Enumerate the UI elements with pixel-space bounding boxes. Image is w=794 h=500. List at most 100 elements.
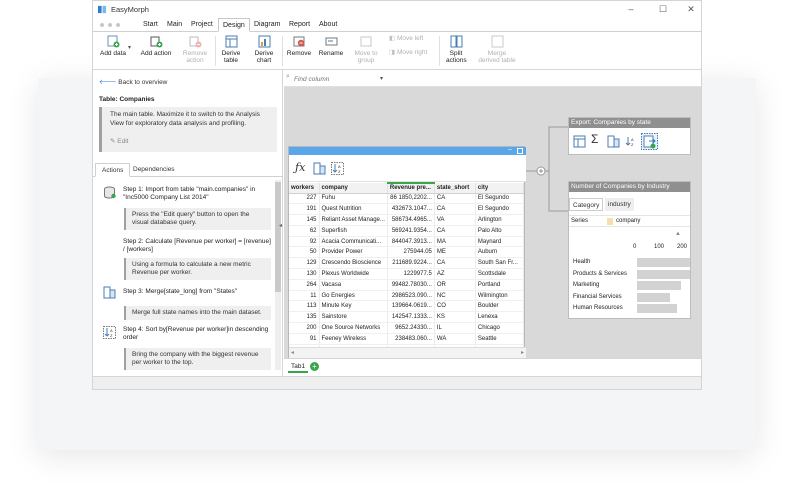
tab-actions[interactable]: Actions	[95, 163, 131, 177]
derive-table-icon[interactable]	[573, 135, 586, 148]
collapse-panel-icon[interactable]: ◂	[279, 222, 282, 229]
table-row[interactable]: 92 Acacia Communicati... 844047.3913... MA M…	[289, 236, 524, 248]
maximize-node-icon[interactable]	[517, 148, 523, 154]
split-actions-icon	[450, 35, 463, 48]
window-dot-icon	[108, 23, 112, 27]
menu-about[interactable]: About	[315, 18, 341, 32]
table-cell: 99482.78030...	[387, 279, 435, 291]
table-row[interactable]: 130 Plexus Worldwide 1229977.5 AZ Scottsdale	[289, 268, 524, 280]
scroll-up-icon[interactable]: ▲	[675, 231, 681, 237]
remove-action-button[interactable]: Remove action	[179, 35, 211, 69]
remove-button[interactable]: Remove	[286, 35, 312, 69]
bar[interactable]	[637, 269, 690, 279]
sort-icon[interactable]: AZ	[624, 135, 637, 148]
table-row[interactable]: 191 Quest Nutrition 432673.1047... CA El Seg…	[289, 203, 524, 216]
edit-description-button[interactable]: ✎ Edit	[110, 137, 128, 145]
table-node-header: –	[289, 146, 526, 155]
chart-tab-industry[interactable]: industry	[605, 198, 634, 211]
bar[interactable]	[637, 281, 681, 290]
derive-table-button[interactable]: Derive table	[217, 35, 245, 69]
scroll-left-icon[interactable]: ◂	[291, 349, 294, 356]
table-cell: 569241.9354...	[387, 225, 435, 237]
derive-chart-button[interactable]: Derive chart	[250, 35, 278, 69]
table-cell: 11	[289, 290, 320, 302]
move-to-group-button[interactable]: Move to group	[351, 35, 381, 69]
minimize-node-icon[interactable]: –	[508, 146, 512, 153]
menu-project[interactable]: Project	[187, 18, 217, 32]
menu-report[interactable]: Report	[285, 18, 314, 32]
derive-table-icon	[225, 35, 238, 48]
rename-button[interactable]: Rename	[317, 35, 345, 69]
table-row[interactable]: 135 Sainstore 142547.1333... KS Lenexa	[289, 311, 524, 324]
chevron-down-icon[interactable]: ▾	[380, 75, 383, 82]
table-cell: 432673.1047...	[387, 203, 435, 216]
menu-diagram[interactable]: Diagram	[250, 18, 284, 32]
minimize-button[interactable]: –	[621, 3, 641, 15]
chart-tab-category[interactable]: Category	[569, 198, 604, 211]
description-text: The main table. Maximize it to switch to…	[110, 111, 260, 127]
menu-start[interactable]: Start	[139, 18, 162, 32]
table-row[interactable]: 200 One Source Networks 9652.24330... IL Chi…	[289, 322, 524, 334]
close-button[interactable]: ✕	[681, 3, 701, 15]
export-icon[interactable]	[641, 133, 658, 150]
step-text: Step 1: Import from table "main.companie…	[123, 186, 256, 201]
chart-node[interactable]: Number of Companies by Industry Category…	[568, 181, 691, 319]
menu-main[interactable]: Main	[163, 18, 186, 32]
add-data-button[interactable]: Add data	[96, 35, 130, 69]
merge-icon[interactable]	[607, 135, 620, 148]
bar-category-label: Human Resources	[573, 305, 623, 311]
find-column-input[interactable]	[294, 74, 394, 84]
column-header[interactable]: company	[319, 183, 388, 194]
formula-icon[interactable]: ƒx	[295, 161, 305, 174]
table-row[interactable]: 91 Feeney Wireless 238483.060... WA Seattle	[289, 333, 524, 345]
table-cell: Portland	[475, 279, 524, 291]
table-cell: Minute Key	[319, 300, 388, 313]
column-header[interactable]: city	[475, 183, 524, 194]
add-sheet-icon[interactable]: +	[310, 362, 319, 371]
scroll-right-icon[interactable]: ▸	[521, 349, 524, 356]
title-bar: EasyMorph – ☐ ✕	[93, 1, 701, 18]
aggregate-icon[interactable]: Σ	[591, 132, 598, 146]
table-row[interactable]: 227 Fuhu 86 1850,2202... CA El Segundo	[289, 193, 524, 205]
table-cell: KS	[434, 311, 476, 324]
add-action-button[interactable]: Add action	[139, 35, 173, 69]
ribbon-label: Rename	[318, 50, 344, 57]
table-row[interactable]: 145 Reliant Asset Manage... 586734.4965...…	[289, 214, 524, 226]
bar[interactable]	[637, 304, 677, 313]
move-left-icon: ◧	[389, 35, 397, 42]
split-actions-button[interactable]: Split actions	[443, 35, 469, 69]
table-node[interactable]: – ƒx AZ workers company Revenue pre... s…	[288, 146, 526, 358]
bar[interactable]	[637, 258, 690, 267]
series-name: company	[616, 218, 641, 224]
table-row[interactable]: 264 Vacasa 99482.78030... OR Portland	[289, 279, 524, 291]
tab-dependencies[interactable]: Dependencies	[127, 163, 181, 177]
table-row[interactable]: 50 Provider Power 275944.05 ME Auburn	[289, 246, 524, 259]
sort-icon[interactable]: AZ	[331, 162, 344, 175]
left-scrollbar-thumb[interactable]	[275, 182, 281, 292]
table-horizontal-scrollbar[interactable]: ◂ ▸	[289, 347, 526, 358]
table-cell: South San Fr...	[475, 257, 524, 270]
chevron-down-icon[interactable]: ▾	[128, 44, 131, 51]
merge-icon[interactable]	[313, 162, 326, 175]
column-header[interactable]: state_short	[434, 183, 476, 194]
data-table: workers company Revenue pre... state_sho…	[289, 182, 524, 347]
table-row[interactable]: 62 Superfish 569241.9354... CA Palo Alto	[289, 225, 524, 237]
table-row[interactable]: 11 Go Energies 2986523.090... NC Wilmington	[289, 290, 524, 302]
back-to-overview-link[interactable]: 🡐 Back to overview	[99, 78, 167, 86]
move-left-button[interactable]: ◧ Move left	[389, 35, 435, 47]
column-header[interactable]: workers	[289, 183, 320, 194]
maximize-button[interactable]: ☐	[653, 3, 673, 15]
app-window: EasyMorph – ☐ ✕ Start Main Project Desig…	[92, 0, 702, 390]
table-cell: Auburn	[475, 246, 524, 259]
move-right-button[interactable]: ◨ Move right	[389, 49, 435, 63]
step-text: Step 3: Merge[state_long] from "States"	[123, 288, 238, 295]
sheet-tab-1[interactable]: Tab1	[288, 362, 309, 373]
table-row[interactable]: 113 Minute Key 139664.0619... CO Boulder	[289, 300, 524, 313]
menu-design[interactable]: Design	[218, 18, 250, 32]
merge-derived-table-button[interactable]: Merge derived table	[476, 35, 518, 69]
table-cell: Reliant Asset Manage...	[319, 214, 388, 226]
bar[interactable]	[637, 292, 670, 302]
table-row[interactable]: 129 Crescendo Bioscience 211689.9224... CA S…	[289, 257, 524, 270]
column-header[interactable]: Revenue pre...	[387, 182, 435, 194]
export-node[interactable]: Export: Companies by state Σ AZ	[568, 117, 691, 155]
